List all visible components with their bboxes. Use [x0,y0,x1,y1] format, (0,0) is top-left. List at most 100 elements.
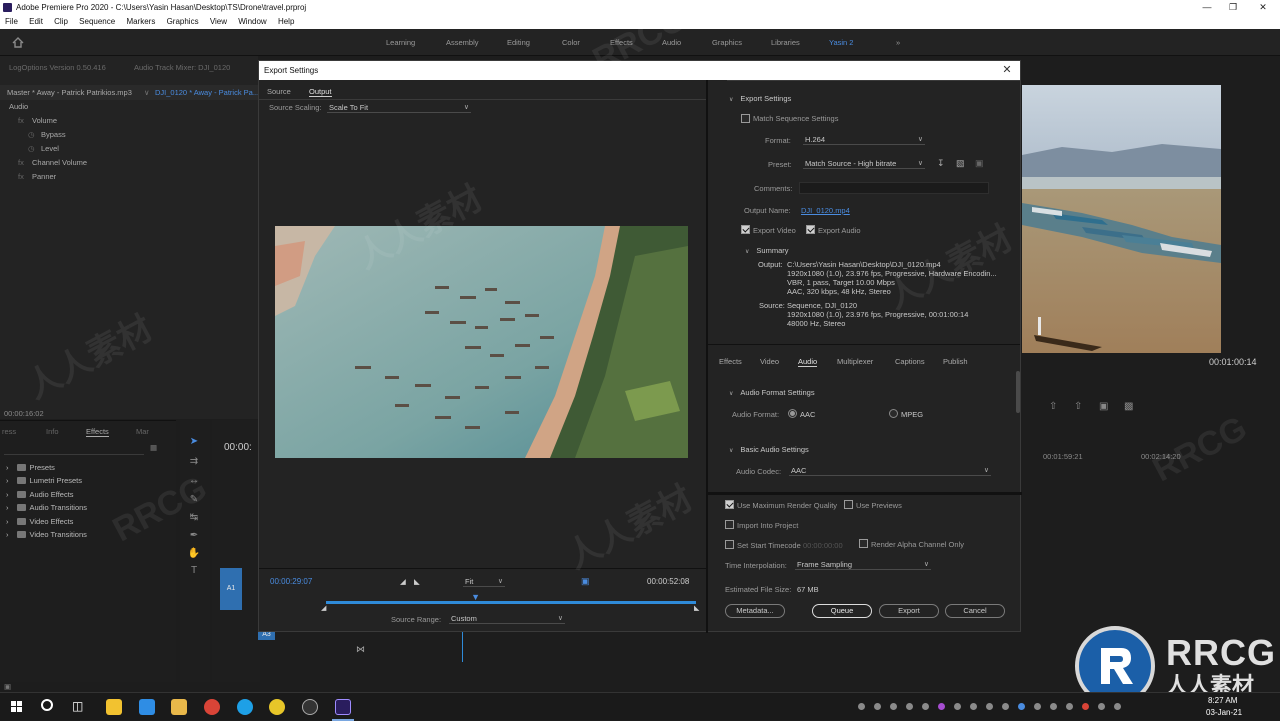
tray-icon[interactable] [1066,703,1073,710]
lift-icon[interactable]: ⇧ [1049,401,1057,412]
export-frame-icon[interactable]: ▣ [1099,401,1108,412]
tab-progress[interactable]: ress [2,427,16,436]
queue-button[interactable]: Queue [812,604,872,618]
panel-tab-audio-mixer[interactable]: Audio Track Mixer: DJI_0120 [134,63,230,72]
menu-clip[interactable]: Clip [54,17,68,26]
expand-arrow-icon[interactable]: › [6,503,9,512]
extract-icon[interactable]: ⇧ [1074,401,1082,412]
settings-tab-multiplexer[interactable]: Multiplexer [837,357,873,366]
playhead-icon[interactable]: ▼ [471,592,480,602]
source-range-dropdown[interactable]: Custom ∨ [449,613,565,624]
mark-out-icon[interactable]: ◣ [414,577,420,586]
tray-icon[interactable] [922,703,929,710]
expand-arrow-icon[interactable]: › [6,530,9,539]
task-view-icon[interactable]: ◫ [72,699,83,713]
export-video-checkbox[interactable] [741,225,750,234]
effects-folder-audio-transitions[interactable]: › Audio Transitions [6,501,87,514]
close-window-button[interactable]: ✕ [1250,0,1276,15]
tray-icon[interactable] [890,703,897,710]
audio-format-aac-radio[interactable] [788,409,797,418]
row-level[interactable]: ◷ Level [0,142,258,156]
effects-folder-video-transitions[interactable]: › Video Transitions [6,528,87,541]
output-name-link[interactable]: DJI_0120.mp4 [801,206,850,215]
audio-codec-dropdown[interactable]: AAC ∨ [789,465,991,476]
workspace-audio[interactable]: Audio [662,38,681,47]
workspace-learning[interactable]: Learning [386,38,415,47]
restore-button[interactable]: ❐ [1220,0,1246,15]
tray-icon[interactable] [1018,703,1025,710]
current-timecode[interactable]: 00:00:29:07 [270,577,312,586]
expand-arrow-icon[interactable]: › [6,476,9,485]
cloud-icon[interactable] [906,703,913,710]
metadata-button[interactable]: Metadata... [725,604,785,618]
tray-icon[interactable] [1002,703,1009,710]
workspace-editing[interactable]: Editing [507,38,530,47]
row-volume[interactable]: fx Volume [0,114,258,128]
settings-tab-publish[interactable]: Publish [943,357,968,366]
menu-markers[interactable]: Markers [126,17,155,26]
tray-icon[interactable] [1082,703,1089,710]
menu-sequence[interactable]: Sequence [79,17,115,26]
effects-folder-video-effects[interactable]: › Video Effects [6,515,73,528]
app-c-icon[interactable] [269,699,285,715]
alpha-only-checkbox[interactable] [859,539,868,548]
settings-tab-effects[interactable]: Effects [719,357,742,366]
workspaces-more-icon[interactable]: » [896,38,900,47]
tray-icon[interactable] [858,703,865,710]
effects-folder-audio-effects[interactable]: › Audio Effects [6,488,74,501]
aspect-ratio-icon[interactable]: ▣ [581,576,590,587]
tab-effects[interactable]: Effects [86,427,109,437]
menu-edit[interactable]: Edit [29,17,43,26]
program-timecode[interactable]: 00:01:00:14 [1209,357,1257,367]
comments-input[interactable] [799,182,989,194]
tab-markers[interactable]: Mar [136,427,149,436]
workspace-yasin-2[interactable]: Yasin 2 [829,38,853,47]
ripple-edit-icon[interactable]: ↔ [187,475,201,487]
export-audio-checkbox[interactable] [806,225,815,234]
expand-arrow-icon[interactable]: › [6,517,9,526]
dialog-close-button[interactable]: ✕ [1000,63,1014,77]
format-dropdown[interactable]: H.264 ∨ [803,134,925,145]
match-sequence-checkbox[interactable] [741,114,750,123]
menu-graphics[interactable]: Graphics [167,17,199,26]
expand-arrow-icon[interactable]: › [6,463,9,472]
slip-tool-icon[interactable]: ↹ [187,512,201,524]
tray-icon[interactable] [938,703,945,710]
time-interpolation-dropdown[interactable]: Frame Sampling ∨ [795,559,931,570]
files-app-icon[interactable] [139,699,155,715]
start-timecode-value[interactable]: 00:00:00:00 [803,541,843,550]
master-clip-label[interactable]: Master * Away - Patrick Patrikios.mp3 [7,88,132,97]
hand-tool-icon[interactable]: ✋ [187,548,201,560]
expand-arrow-icon[interactable]: › [6,490,9,499]
cancel-button[interactable]: Cancel [945,604,1005,618]
home-icon[interactable] [12,37,24,48]
summary-header[interactable]: Summary [745,246,788,255]
row-panner[interactable]: fx Panner [0,170,258,184]
chrome-icon[interactable] [204,699,220,715]
zoom-handle-icon[interactable]: ⋈ [356,644,365,655]
status-icon[interactable]: ▣ [4,682,11,691]
basic-audio-header[interactable]: Basic Audio Settings [729,445,808,454]
save-preset-icon[interactable]: ↧ [937,158,945,169]
preset-dropdown[interactable]: Match Source - High bitrate ∨ [803,158,925,169]
tab-output[interactable]: Output [309,87,332,97]
import-preset-icon[interactable]: ▧ [956,158,965,169]
max-render-quality-checkbox[interactable] [725,500,734,509]
stopwatch-icon[interactable]: ◷ [28,142,35,156]
settings-scrollbar[interactable] [1016,371,1020,413]
obs-icon[interactable] [302,699,318,715]
delete-preset-icon[interactable]: ▣ [975,158,984,169]
premiere-taskbar-icon[interactable] [335,699,351,715]
start-timecode-checkbox[interactable] [725,540,734,549]
type-tool-icon[interactable]: T [187,565,201,577]
skype-icon[interactable] [237,699,253,715]
timeline-timecode[interactable]: 00:00: [224,442,252,453]
settings-tab-captions[interactable]: Captions [895,357,925,366]
workspace-graphics[interactable]: Graphics [712,38,742,47]
effects-search-input[interactable] [4,443,144,455]
source-scaling-dropdown[interactable]: Scale To Fit ∨ [327,102,471,113]
razor-icon[interactable]: ✎ [187,494,201,506]
out-point-handle-icon[interactable]: ◣ [694,604,699,612]
export-settings-header[interactable]: Export Settings [729,94,791,103]
use-previews-checkbox[interactable] [844,500,853,509]
